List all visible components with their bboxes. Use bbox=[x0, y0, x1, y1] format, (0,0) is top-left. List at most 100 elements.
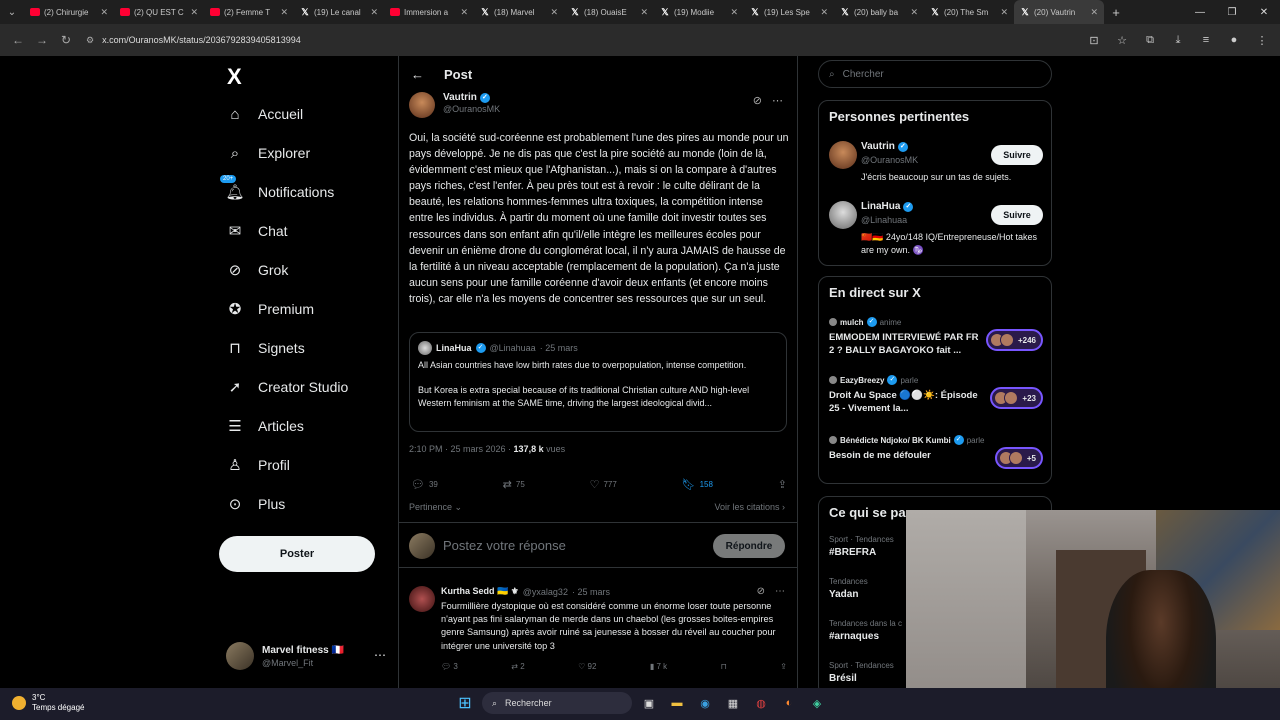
extensions-icon[interactable]: ⧉ bbox=[1138, 28, 1162, 52]
avatar[interactable] bbox=[409, 92, 435, 118]
reply-input[interactable]: Postez votre réponse bbox=[443, 538, 566, 553]
account-switcher[interactable]: Marvel fitness 🇫🇷 @Marvel_Fit ⋯ bbox=[226, 642, 386, 670]
media-icon[interactable]: ≡ bbox=[1194, 28, 1218, 52]
reply-handle[interactable]: @yxalag32 bbox=[523, 587, 568, 597]
forward-icon[interactable]: → bbox=[30, 28, 54, 52]
bookmark-icon[interactable]: ⊓ bbox=[721, 662, 727, 671]
reply-button[interactable]: 💬︎ 39 bbox=[411, 478, 438, 491]
browser-tab[interactable]: (2) QU EST C ✕ bbox=[114, 0, 204, 24]
taskbar-search[interactable]: ⌕ Rechercher bbox=[482, 692, 632, 714]
browser-tab[interactable]: (2) Femme T ✕ bbox=[204, 0, 294, 24]
profile-icon[interactable]: ● bbox=[1222, 28, 1246, 52]
bookmark-button[interactable]: 🔖︎ 158 bbox=[682, 478, 713, 491]
sort-relevance[interactable]: Pertinence ⌄ bbox=[409, 502, 462, 513]
firefox-icon[interactable]: ◐ bbox=[778, 692, 800, 714]
grok-icon[interactable]: ⊘ bbox=[753, 94, 762, 107]
like-button[interactable]: ♡ 777 bbox=[590, 478, 617, 491]
windows-start-icon[interactable]: ⊞ bbox=[454, 692, 476, 714]
menu-icon[interactable]: ⋮ bbox=[1250, 28, 1274, 52]
repost-button[interactable]: ⇄ 75 bbox=[503, 478, 525, 491]
tab-close-icon[interactable]: ✕ bbox=[550, 7, 558, 18]
sidebar-item-notifications[interactable]: 🔔︎ 20+ Notifications bbox=[220, 175, 334, 204]
tab-close-icon[interactable]: ✕ bbox=[280, 7, 288, 18]
live-listeners[interactable]: +23 bbox=[990, 387, 1043, 409]
browser-tab[interactable]: 𝕏 (20) Vautrin ✕ bbox=[1014, 0, 1104, 24]
tab-close-icon[interactable]: ✕ bbox=[370, 7, 378, 18]
browser-tab[interactable]: 𝕏 (19) Le canal ✕ bbox=[294, 0, 384, 24]
star-icon[interactable]: ☆ bbox=[1110, 28, 1134, 52]
store-icon[interactable]: ▦ bbox=[722, 692, 744, 714]
tab-close-icon[interactable]: ✕ bbox=[100, 7, 108, 18]
site-info-icon[interactable]: ⚙ bbox=[86, 35, 94, 46]
edge-icon[interactable]: ◉ bbox=[694, 692, 716, 714]
sidebar-item-plus[interactable]: ⊙ Plus bbox=[226, 492, 286, 516]
author-handle[interactable]: @OuranosMK bbox=[443, 104, 500, 114]
sidebar-item-profil[interactable]: ♙ Profil bbox=[226, 453, 290, 477]
tab-close-icon[interactable]: ✕ bbox=[730, 7, 738, 18]
live-space[interactable]: Bénédicte Ndjoko/ BK Kumbi ✓ parle Besoin d… bbox=[829, 435, 1043, 469]
tab-close-icon[interactable]: ✕ bbox=[820, 7, 828, 18]
maximize-icon[interactable]: ❐ bbox=[1216, 0, 1248, 24]
browser-tab[interactable]: 𝕏 (20) The Sm ✕ bbox=[924, 0, 1014, 24]
browser-tab[interactable]: 𝕏 (20) bally ba ✕ bbox=[834, 0, 924, 24]
sidebar-item-articles[interactable]: ☰ Articles bbox=[226, 414, 304, 438]
view-quotes-link[interactable]: Voir les citations › bbox=[714, 502, 785, 512]
sidebar-item-explorer[interactable]: ⌕ Explorer bbox=[226, 141, 310, 165]
follow-button[interactable]: Suivre bbox=[991, 205, 1043, 225]
live-listeners[interactable]: +246 bbox=[985, 329, 1043, 351]
tab-search-icon[interactable]: ⌄ bbox=[0, 0, 24, 24]
like-button[interactable]: ♡ 92 bbox=[578, 662, 596, 671]
reply-submit-button[interactable]: Répondre bbox=[713, 534, 785, 558]
file-explorer-icon[interactable]: ▬ bbox=[666, 692, 688, 714]
browser-tab[interactable]: (2) Chirurgie ✕ bbox=[24, 0, 114, 24]
author-name[interactable]: Vautrin bbox=[443, 92, 477, 103]
url-field[interactable]: ⚙ x.com/OuranosMK/status/203679283940581… bbox=[86, 35, 301, 46]
back-icon[interactable]: ← bbox=[6, 28, 30, 52]
tab-close-icon[interactable]: ✕ bbox=[1090, 7, 1098, 18]
browser-tab[interactable]: Immersion a ✕ bbox=[384, 0, 474, 24]
share-icon[interactable]: ⇪ bbox=[780, 662, 787, 671]
sidebar-item-chat[interactable]: ✉ Chat bbox=[226, 219, 288, 243]
views-button[interactable]: ▮ 7 k bbox=[650, 662, 667, 671]
x-logo-icon[interactable]: X bbox=[227, 64, 242, 90]
browser-tab[interactable]: 𝕏 (19) Les Spe ✕ bbox=[744, 0, 834, 24]
reply-author[interactable]: Kurtha Sedd 🇺🇦 ⚜ bbox=[441, 586, 519, 597]
weather-widget[interactable]: 3°C Temps dégagé bbox=[12, 693, 84, 713]
live-space[interactable]: mulch ✓ anime EMMODEM INTERVIEWÉ PAR FR 2 ?… bbox=[829, 317, 1043, 357]
live-space[interactable]: EazyBreezy ✓ parle Droit Au Space 🔵⚪☀️: Épi… bbox=[829, 375, 1043, 415]
back-arrow-icon[interactable]: ← bbox=[411, 67, 424, 82]
more-icon[interactable]: ⋯ bbox=[775, 586, 785, 597]
browser-tab[interactable]: 𝕏 (18) Marvel ✕ bbox=[474, 0, 564, 24]
search-input[interactable]: ⌕ Chercher bbox=[818, 60, 1052, 88]
tab-close-icon[interactable]: ✕ bbox=[1000, 7, 1008, 18]
sidebar-item-accueil[interactable]: ⌂ Accueil bbox=[226, 102, 303, 126]
more-icon[interactable]: ⋯ bbox=[374, 648, 386, 662]
browser-tab[interactable]: 𝕏 (18) OuaisE ✕ bbox=[564, 0, 654, 24]
more-icon[interactable]: ⋯ bbox=[772, 94, 783, 107]
tab-close-icon[interactable]: ✕ bbox=[640, 7, 648, 18]
avatar[interactable] bbox=[829, 201, 857, 229]
tab-close-icon[interactable]: ✕ bbox=[190, 7, 198, 18]
timestamp[interactable]: 2:10 PM · 25 mars 2026 · bbox=[409, 444, 514, 454]
close-window-icon[interactable]: ✕ bbox=[1248, 0, 1280, 24]
chrome-icon[interactable]: ◍ bbox=[750, 692, 772, 714]
live-listeners[interactable]: +5 bbox=[994, 447, 1043, 469]
tab-close-icon[interactable]: ✕ bbox=[910, 7, 918, 18]
avatar[interactable] bbox=[829, 141, 857, 169]
download-icon[interactable]: ⤓ bbox=[1166, 28, 1190, 52]
tab-close-icon[interactable]: ✕ bbox=[460, 7, 468, 18]
repost-button[interactable]: ⇄ 2 bbox=[511, 662, 524, 671]
app-icon[interactable]: ◈ bbox=[806, 692, 828, 714]
sidebar-item-creator-studio[interactable]: ➚ Creator Studio bbox=[226, 375, 349, 399]
sidebar-item-grok[interactable]: ⊘ Grok bbox=[226, 258, 289, 282]
reload-icon[interactable]: ↻ bbox=[54, 28, 78, 52]
grok-icon[interactable]: ⊘ bbox=[757, 586, 765, 597]
share-button[interactable]: ⇪ bbox=[778, 478, 787, 491]
reply-button[interactable]: 💬︎ 3 bbox=[441, 662, 458, 671]
install-icon[interactable]: ⊡ bbox=[1082, 28, 1106, 52]
new-tab-button[interactable]: + bbox=[1104, 5, 1128, 20]
sidebar-item-premium[interactable]: ✪ Premium bbox=[226, 297, 314, 321]
follow-button[interactable]: Suivre bbox=[991, 145, 1043, 165]
avatar[interactable] bbox=[409, 586, 435, 612]
post-button[interactable]: Poster bbox=[219, 536, 375, 572]
